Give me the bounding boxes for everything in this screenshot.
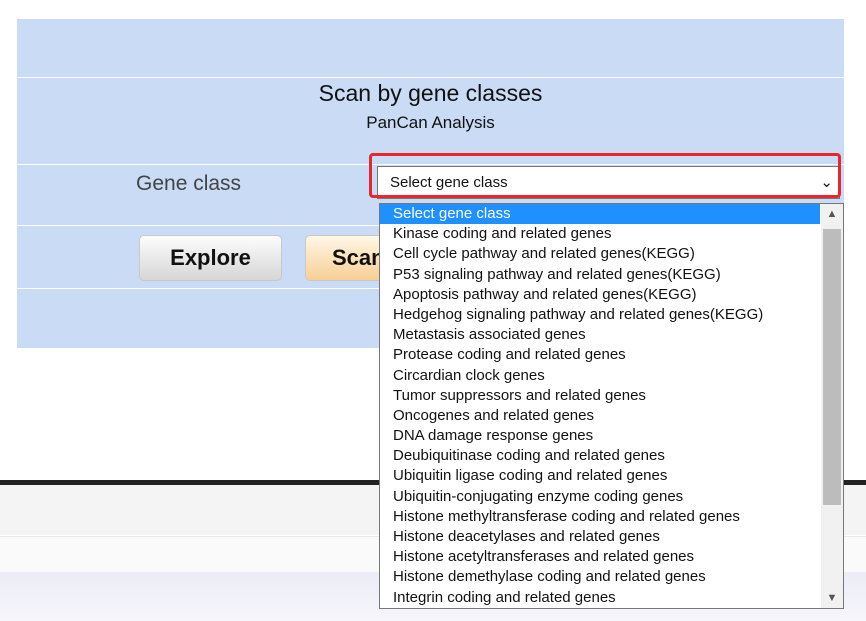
dropdown-option[interactable]: Oncogenes and related genes (380, 406, 820, 426)
dropdown-option[interactable]: Circardian clock genes (380, 366, 820, 386)
scroll-thumb[interactable] (823, 229, 841, 505)
dropdown-option[interactable]: Hedgehog signaling pathway and related g… (380, 305, 820, 325)
dropdown-option[interactable]: Tumor suppressors and related genes (380, 386, 820, 406)
dropdown-option[interactable]: Apoptosis pathway and related genes(KEGG… (380, 285, 820, 305)
dropdown-option[interactable]: Histone deacetylases and related genes (380, 527, 820, 547)
gene-class-label: Gene class (136, 172, 242, 195)
dropdown-option[interactable]: Metastasis associated genes (380, 325, 820, 345)
row-divider (17, 164, 844, 165)
page-subtitle: PanCan Analysis (366, 113, 495, 132)
scroll-up-icon[interactable]: ▲ (821, 204, 843, 224)
dropdown-option[interactable]: Cell cycle pathway and related genes(KEG… (380, 244, 820, 264)
dropdown-option[interactable]: Kinase coding and related genes (380, 224, 820, 244)
chevron-down-icon: ⌄ (820, 174, 833, 191)
dropdown-option[interactable]: Deubiquitinase coding and related genes (380, 446, 820, 466)
dropdown-option[interactable]: Ubiquitin ligase coding and related gene… (380, 466, 820, 486)
gene-class-dropdown-list[interactable]: Select gene class Kinase coding and relat… (379, 203, 844, 609)
dropdown-option[interactable]: Histone demethylase coding and related g… (380, 567, 820, 587)
dropdown-option[interactable]: Histone acetyltransferases and related g… (380, 547, 820, 567)
page-title: Scan by gene classes (318, 80, 543, 106)
dropdown-option[interactable]: Integrin coding and related genes (380, 588, 820, 608)
dropdown-option[interactable]: DNA damage response genes (380, 426, 820, 446)
dropdown-option[interactable]: Select gene class (380, 204, 820, 225)
row-divider (17, 77, 844, 78)
dropdown-scrollbar[interactable]: ▲ ▼ (821, 204, 843, 608)
dropdown-option[interactable]: Protease coding and related genes (380, 345, 820, 365)
dropdown-option[interactable]: P53 signaling pathway and related genes(… (380, 265, 820, 285)
scroll-down-icon[interactable]: ▼ (821, 588, 843, 608)
explore-button[interactable]: Explore (139, 235, 282, 281)
gene-class-select[interactable]: Select gene class ⌄ (377, 166, 840, 199)
dropdown-option[interactable]: Histone methyltransferase coding and rel… (380, 507, 820, 527)
dropdown-option[interactable]: Ubiquitin-conjugating enzyme coding gene… (380, 487, 820, 507)
gene-class-select-value: Select gene class (390, 174, 508, 191)
